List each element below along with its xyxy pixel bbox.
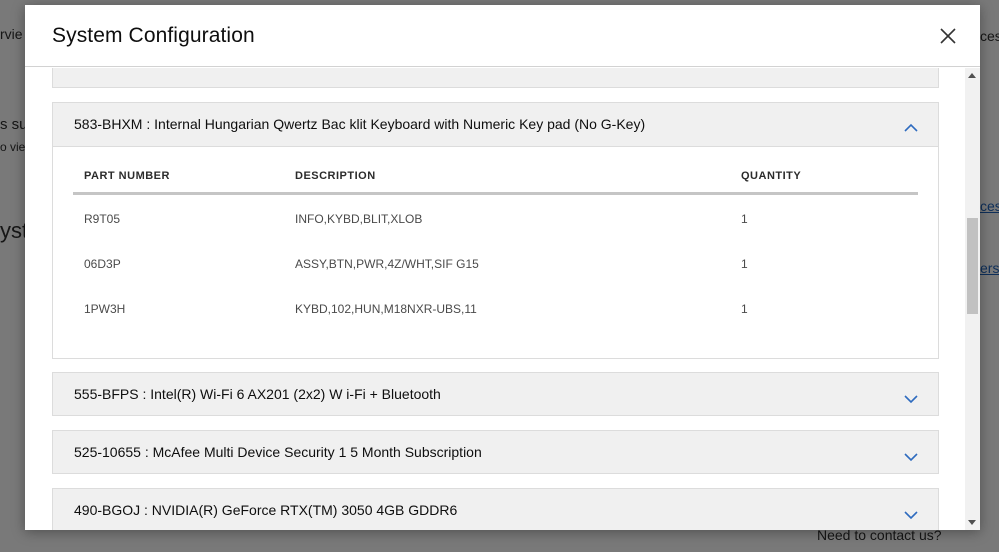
description-cell: KYBD,102,HUN,M18NXR-UBS,11 — [295, 302, 477, 316]
modal-title: System Configuration — [52, 24, 255, 47]
description-cell: ASSY,BTN,PWR,4Z/WHT,SIF G15 — [295, 257, 479, 271]
accordion-header[interactable]: 583-BHXM : Internal Hungarian Qwertz Bac… — [53, 103, 938, 147]
column-header-description: DESCRIPTION — [295, 170, 376, 182]
accordion-item-555-bfps[interactable]: 555-BFPS : Intel(R) Wi-Fi 6 AX201 (2x2) … — [52, 372, 939, 416]
quantity-cell: 1 — [741, 302, 748, 316]
modal-header: System Configuration — [25, 5, 980, 67]
accordion-item-525-10655[interactable]: 525-10655 : McAfee Multi Device Security… — [52, 430, 939, 474]
scroll-down-arrow-icon[interactable] — [968, 520, 976, 525]
scrollbar-thumb[interactable] — [967, 218, 978, 314]
chevron-up-icon[interactable] — [903, 120, 919, 132]
accordion-item-583-bhxm: 583-BHXM : Internal Hungarian Qwertz Bac… — [52, 102, 939, 359]
chevron-down-icon[interactable] — [903, 449, 919, 462]
chevron-down-icon[interactable] — [903, 391, 919, 404]
quantity-cell: 1 — [741, 257, 748, 271]
close-icon — [937, 25, 959, 47]
chevron-down-icon[interactable] — [903, 507, 919, 520]
accordion-title: 490-BGOJ : NVIDIA(R) GeForce RTX(TM) 305… — [74, 502, 458, 518]
description-cell: INFO,KYBD,BLIT,XLOB — [295, 212, 423, 226]
scroll-up-arrow-icon[interactable] — [968, 73, 976, 78]
column-header-part-number: PART NUMBER — [84, 170, 170, 182]
accordion-title: 555-BFPS : Intel(R) Wi-Fi 6 AX201 (2x2) … — [74, 386, 441, 402]
part-number-cell: 06D3P — [84, 257, 121, 271]
accordion-title: 583-BHXM : Internal Hungarian Qwertz Bac… — [74, 116, 646, 132]
quantity-cell: 1 — [741, 212, 748, 226]
part-number-cell: R9T05 — [84, 212, 121, 226]
table-header-divider — [73, 192, 918, 195]
part-number-cell: 1PW3H — [84, 302, 126, 316]
accordion-item-490-bgoj[interactable]: 490-BGOJ : NVIDIA(R) GeForce RTX(TM) 305… — [52, 488, 939, 530]
accordion-item-previous[interactable] — [52, 68, 939, 88]
modal-scrollbar[interactable] — [965, 68, 980, 530]
system-configuration-modal: System Configuration 583-BHXM : Internal… — [25, 5, 980, 530]
modal-body: 583-BHXM : Internal Hungarian Qwertz Bac… — [25, 68, 980, 530]
close-button[interactable] — [937, 25, 959, 47]
accordion-title: 525-10655 : McAfee Multi Device Security… — [74, 444, 482, 460]
column-header-quantity: QUANTITY — [741, 170, 802, 182]
